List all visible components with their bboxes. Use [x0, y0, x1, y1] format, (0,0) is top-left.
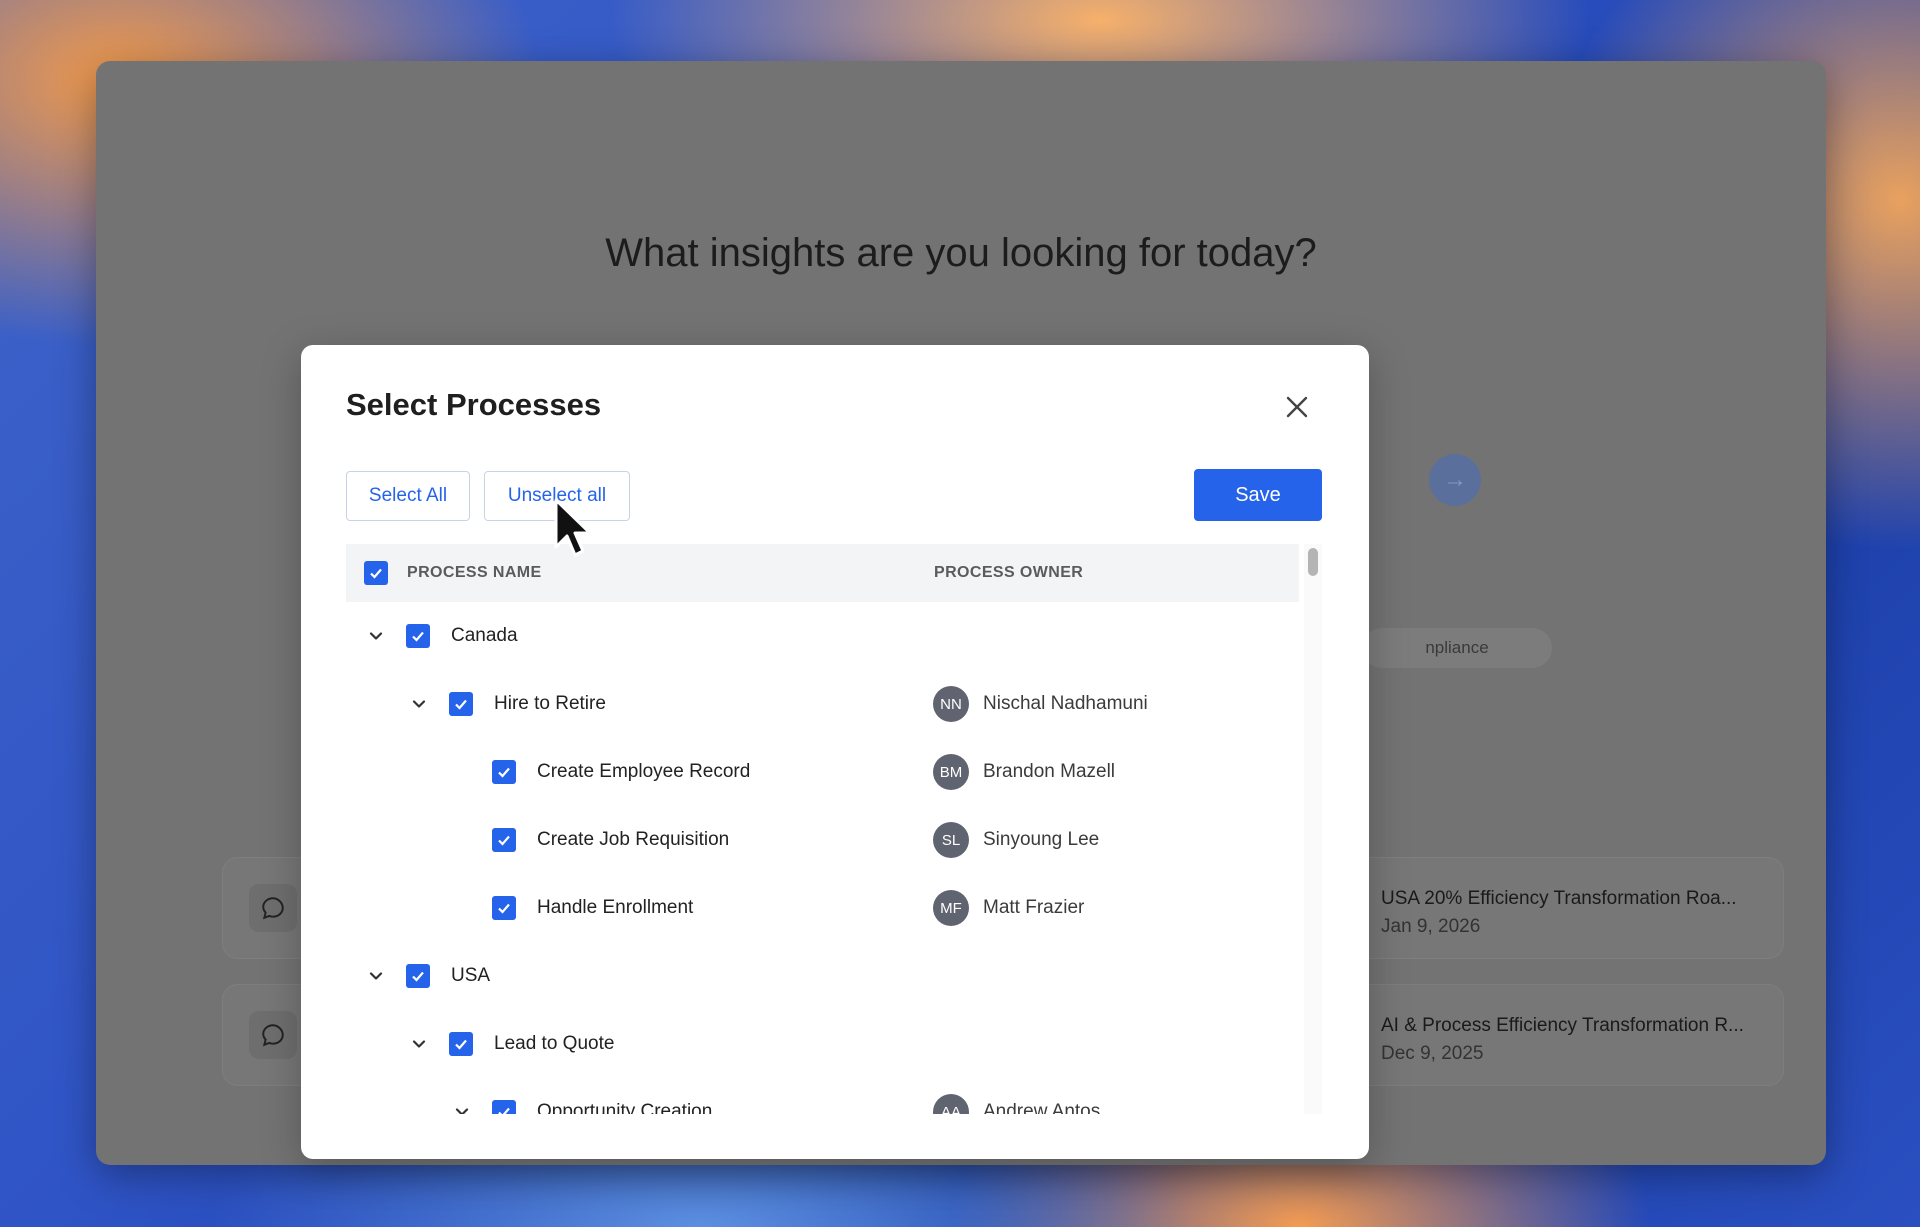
row-checkbox[interactable]: [406, 964, 430, 988]
checkmark-icon: [498, 767, 510, 778]
select-all-button[interactable]: Select All: [346, 471, 470, 521]
table-header: PROCESS NAME PROCESS OWNER: [346, 544, 1299, 603]
chevron-down-icon[interactable]: [450, 1100, 474, 1114]
process-name: Create Job Requisition: [537, 829, 730, 850]
checkmark-icon: [498, 835, 510, 846]
column-header-process-name: PROCESS NAME: [407, 564, 542, 581]
chat-bubble-icon: [249, 884, 297, 932]
process-name: Handle Enrollment: [537, 897, 694, 918]
select-processes-modal: Select Processes Select All Unselect all…: [301, 345, 1369, 1159]
avatar: BM: [933, 754, 969, 790]
row-checkbox[interactable]: [449, 692, 473, 716]
mouse-cursor-icon: [554, 498, 592, 557]
checkmark-icon: [498, 903, 510, 914]
scrollbar-thumb[interactable]: [1308, 548, 1318, 576]
chat-bubble-icon: [249, 1011, 297, 1059]
table-row[interactable]: USA: [346, 942, 1299, 1011]
modal-title: Select Processes: [346, 387, 602, 422]
row-checkbox[interactable]: [406, 624, 430, 648]
process-owner: Nischal Nadhamuni: [983, 693, 1148, 714]
process-name: Lead to Quote: [494, 1033, 615, 1054]
process-name: USA: [451, 965, 491, 986]
table-row[interactable]: Handle Enrollment MF Matt Frazier: [346, 874, 1299, 943]
report-date: Jan 9, 2026: [1381, 916, 1481, 937]
avatar: AA: [933, 1094, 969, 1114]
process-owner: Andrew Antos: [983, 1101, 1101, 1114]
process-name: Create Employee Record: [537, 761, 751, 782]
checkmark-icon: [455, 699, 467, 710]
scrollbar[interactable]: [1304, 544, 1322, 1114]
process-name: Opportunity Creation: [537, 1101, 713, 1114]
page-heading: What insights are you looking for today?: [605, 231, 1317, 275]
send-button[interactable]: →: [1429, 454, 1481, 506]
save-button[interactable]: Save: [1194, 469, 1322, 521]
checkmark-icon: [498, 1107, 510, 1114]
table-row[interactable]: Create Employee Record BM Brandon Mazell: [346, 738, 1299, 807]
row-checkbox[interactable]: [492, 1100, 516, 1114]
close-icon: [1286, 396, 1308, 418]
process-name: Hire to Retire: [494, 693, 606, 714]
process-owner: Matt Frazier: [983, 897, 1085, 918]
column-header-process-owner: PROCESS OWNER: [934, 564, 1084, 581]
avatar: NN: [933, 686, 969, 722]
table-row[interactable]: Canada: [346, 602, 1299, 671]
avatar: SL: [933, 822, 969, 858]
process-owner: Sinyoung Lee: [983, 829, 1100, 850]
checkmark-icon: [412, 631, 424, 642]
chevron-down-icon[interactable]: [407, 692, 431, 716]
row-checkbox[interactable]: [492, 828, 516, 852]
checkmark-icon: [370, 568, 382, 579]
avatar: MF: [933, 890, 969, 926]
chevron-down-icon[interactable]: [407, 1032, 431, 1056]
select-all-checkbox[interactable]: [364, 561, 388, 585]
checkmark-icon: [412, 971, 424, 982]
process-owner: Brandon Mazell: [983, 761, 1116, 782]
process-name: Canada: [451, 625, 518, 646]
chevron-down-icon[interactable]: [364, 624, 388, 648]
table-row[interactable]: Opportunity Creation AA Andrew Antos: [346, 1078, 1299, 1114]
row-checkbox[interactable]: [492, 760, 516, 784]
report-title: AI & Process Efficiency Transformation R…: [1381, 1015, 1744, 1036]
chevron-down-icon[interactable]: [364, 964, 388, 988]
process-table: PROCESS NAME PROCESS OWNER Canada Hire to…: [346, 544, 1299, 1114]
report-date: Dec 9, 2025: [1381, 1043, 1484, 1064]
report-title: USA 20% Efficiency Transformation Roa...: [1381, 888, 1737, 909]
table-row[interactable]: Lead to Quote: [346, 1010, 1299, 1079]
row-checkbox[interactable]: [492, 896, 516, 920]
table-row[interactable]: Hire to Retire NN Nischal Nadhamuni: [346, 670, 1299, 739]
suggestion-chip[interactable]: npliance: [1362, 628, 1552, 668]
table-row[interactable]: Create Job Requisition SL Sinyoung Lee: [346, 806, 1299, 875]
arrow-right-icon: →: [1443, 466, 1467, 493]
checkmark-icon: [455, 1039, 467, 1050]
close-button[interactable]: [1280, 390, 1314, 424]
row-checkbox[interactable]: [449, 1032, 473, 1056]
